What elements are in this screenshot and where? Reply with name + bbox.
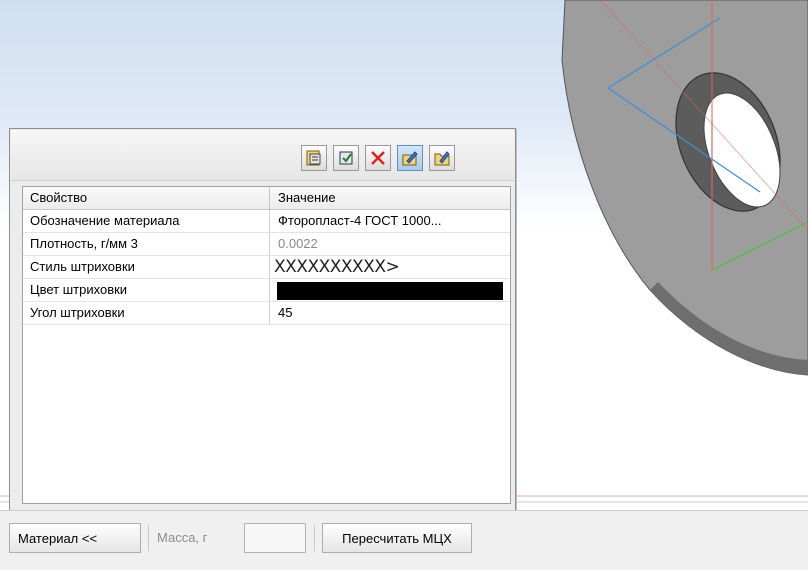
table-row[interactable]: Цвет штриховки <box>23 279 510 302</box>
material-library-icon[interactable] <box>301 145 327 171</box>
bottom-toolbar: Материал << Масса, г Пересчитать МЦХ <box>0 510 808 570</box>
property-value[interactable]: Фторопласт-4 ГОСТ 1000... <box>271 210 510 232</box>
mass-label: Масса, г <box>157 530 208 545</box>
mass-field[interactable] <box>244 523 306 553</box>
material-properties-panel: Свойство Значение Обозначение материала … <box>9 128 516 515</box>
hatch-style-value[interactable]: XXXXXXXXXX> <box>271 256 510 278</box>
divider <box>314 525 315 551</box>
recalculate-button[interactable]: Пересчитать МЦХ <box>322 523 472 553</box>
table-header: Свойство Значение <box>23 187 510 210</box>
property-value: 0.0022 <box>278 236 318 251</box>
hatch-color-value[interactable] <box>271 279 510 301</box>
properties-table: Свойство Значение Обозначение материала … <box>22 186 511 504</box>
table-row[interactable]: Плотность, г/мм 3 0.0022 <box>23 233 510 256</box>
property-name: Обозначение материала <box>23 210 270 232</box>
panel-toolbar <box>11 130 514 181</box>
divider <box>148 525 149 551</box>
material-toggle-button[interactable]: Материал << <box>9 523 141 553</box>
property-name: Стиль штриховки <box>23 256 270 278</box>
open-folder-icon[interactable] <box>429 145 455 171</box>
column-header-value[interactable]: Значение <box>271 187 510 209</box>
delete-icon[interactable] <box>365 145 391 171</box>
property-name: Плотность, г/мм 3 <box>23 233 270 255</box>
table-row[interactable]: Стиль штриховки XXXXXXXXXX> <box>23 256 510 279</box>
material-apply-icon[interactable] <box>333 145 359 171</box>
property-name: Цвет штриховки <box>23 279 270 301</box>
color-swatch <box>277 282 503 300</box>
edit-properties-icon[interactable] <box>397 145 423 171</box>
property-name: Угол штриховки <box>23 302 270 324</box>
column-header-property[interactable]: Свойство <box>23 187 270 209</box>
table-row[interactable]: Угол штриховки 45 <box>23 302 510 325</box>
table-row[interactable]: Обозначение материала Фторопласт-4 ГОСТ … <box>23 210 510 233</box>
property-value[interactable]: 45 <box>271 302 510 324</box>
